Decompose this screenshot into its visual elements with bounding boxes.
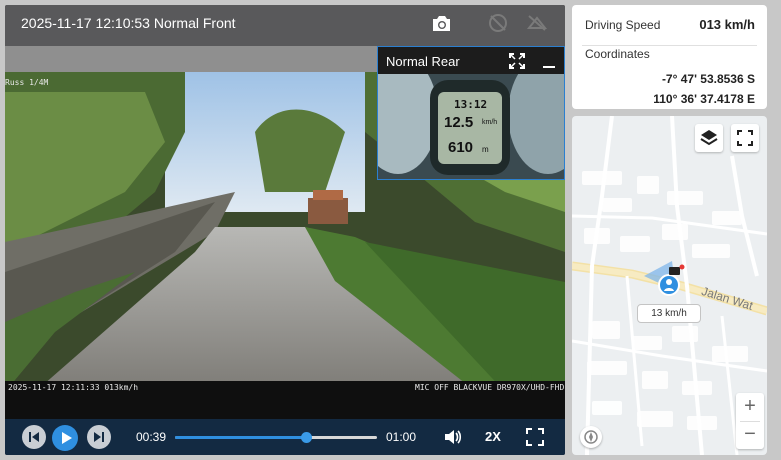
gauge-time: 13:12 [454,98,488,111]
camera-label: Russ 1/4M [5,78,49,87]
rear-camera-inset[interactable]: Normal Rear 13:12 12.5 km/h 610 m [377,46,565,180]
map-panel[interactable]: Jalan Wat 13 km/h + − [572,116,767,455]
playback-speed-button[interactable]: 2X [485,429,501,444]
disabled-sensor-icon [525,12,549,34]
gauge-distance-unit: m [482,145,489,154]
seek-thumb[interactable] [301,432,313,443]
coordinates-label: Coordinates [585,47,650,61]
gauge-speed: 12.5 [444,114,474,131]
play-icon [52,425,78,451]
end-time: 01:00 [386,430,417,444]
next-icon [87,425,111,449]
driving-speed-value: 013 km/h [699,17,755,32]
map-fullscreen-button[interactable] [731,124,759,152]
compass-icon [584,430,598,444]
current-time: 00:39 [136,430,167,444]
play-button[interactable] [51,424,79,455]
info-panel: Driving Speed 013 km/h Coordinates -7° 4… [572,5,767,109]
device-overlay: MIC OFF BLACKVUE DR970X/UHD-FHD [415,383,565,392]
rear-title: Normal Rear [386,54,460,69]
front-video[interactable]: Russ 1/4M 2025-11-17 12:11:33 013km/h MI… [5,46,565,419]
layers-icon [700,130,718,146]
volume-button[interactable] [443,427,463,452]
volume-icon [445,430,462,444]
video-fullscreen-button[interactable] [526,428,544,451]
prev-icon [22,425,46,449]
zoom-control: + − [736,393,764,449]
video-title: 2025-11-17 12:10:53 Normal Front [21,15,236,31]
minimize-icon[interactable] [542,52,556,75]
seek-bar[interactable] [175,432,377,443]
gauge-distance: 610 [448,139,474,156]
fullscreen-icon [737,130,753,146]
camera-icon[interactable] [429,12,453,34]
dashcam-viewer: 2025-11-17 12:10:53 Normal Front Russ 1/… [0,0,781,460]
playback-controls: 00:39 01:00 2X [5,419,565,455]
zoom-out-button[interactable]: − [736,421,764,449]
compass-button[interactable] [580,426,602,448]
latitude-value: -7° 47' 53.8536 S [661,72,755,86]
expand-icon[interactable] [508,52,526,75]
video-panel: 2025-11-17 12:10:53 Normal Front Russ 1/… [5,5,565,455]
next-button[interactable] [86,424,112,455]
disabled-gesture-icon [486,12,510,34]
longitude-value: 110° 36' 37.4178 E [653,92,755,106]
seek-progress [175,436,307,439]
video-timestamp-overlay: 2025-11-17 12:11:33 013km/h [8,383,139,392]
layers-button[interactable] [695,124,723,152]
prev-button[interactable] [21,424,47,455]
video-topbar: 2025-11-17 12:10:53 Normal Front [5,5,565,41]
fullscreen-icon [526,428,544,446]
gauge-speed-unit: km/h [482,119,498,126]
zoom-in-button[interactable]: + [736,393,764,421]
rear-header: Normal Rear [378,47,564,74]
speed-chip: 13 km/h [637,304,701,323]
info-divider [582,45,757,46]
